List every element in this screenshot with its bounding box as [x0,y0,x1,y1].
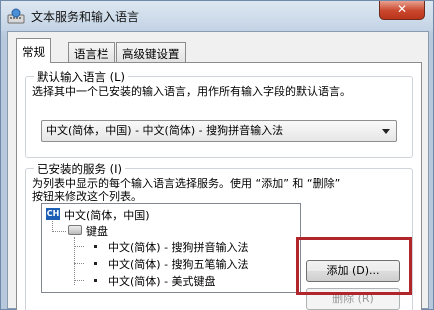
default-language-select-value: 中文(简体，中国) - 中文(简体) - 搜狗拼音输入法 [46,124,284,137]
tree-item-language[interactable]: 中文(简体，中国) [64,207,150,223]
tree-item-service[interactable]: 中文(简体) - 搜狗五笔输入法 [108,256,249,272]
services-tree[interactable]: CH 中文(简体，中国) 键盘 中文(简体) - 搜狗拼音输入法 中文(简体) … [41,203,301,293]
tab-language-bar[interactable]: 语言栏 [68,42,115,62]
default-language-group: 默认输入语言 (L) 选择其中一个已安装的输入语言，用作所有输入字段的默认语言。 [25,69,413,158]
tab-advanced-key-settings[interactable]: 高级键设置 [116,42,186,62]
window-title: 文本服务和输入语言 [31,10,140,24]
close-button[interactable]: ✕ [379,1,425,20]
tree-item-keyboard[interactable]: 键盘 [86,223,108,239]
keyboard-icon [68,225,82,235]
bullet-icon [94,245,97,248]
tree-connector [74,263,84,264]
default-language-select[interactable]: 中文(简体，中国) - 中文(简体) - 搜狗拼音输入法 [41,120,397,142]
bullet-icon [94,279,97,282]
tree-connector [74,237,75,285]
language-code-icon: CH [46,208,60,220]
tree-item-service[interactable]: 中文(简体) - 搜狗拼音输入法 [108,239,249,255]
window: 文本服务和输入语言 ✕ 常规 语言栏 高级键设置 默认输入语言 (L) 选择其中… [0,0,434,310]
title-bar: 文本服务和输入语言 ✕ [1,1,433,31]
tree-connector [74,246,84,247]
highlight-box [296,237,412,295]
tab-general[interactable]: 常规 [16,38,51,63]
chevron-down-icon[interactable] [382,129,390,134]
default-language-description: 选择其中一个已安装的输入语言，用作所有输入字段的默认语言。 [32,85,351,98]
installed-services-group-title: 已安装的服务 (I) [34,161,126,177]
installed-services-description-line1: 为列表中显示的每个输入语言选择服务。使用 “添加” 和 “删除” [32,177,341,190]
default-language-group-title: 默认输入语言 (L) [34,69,129,85]
tree-item-service[interactable]: 中文(简体) - 美式键盘 [108,273,216,289]
tree-connector [52,231,66,232]
bullet-icon [94,262,97,265]
installed-services-description-line2: 按钮来修改这个列表。 [32,190,142,203]
tree-connector [74,280,84,281]
keyboard-globe-icon [7,8,25,24]
